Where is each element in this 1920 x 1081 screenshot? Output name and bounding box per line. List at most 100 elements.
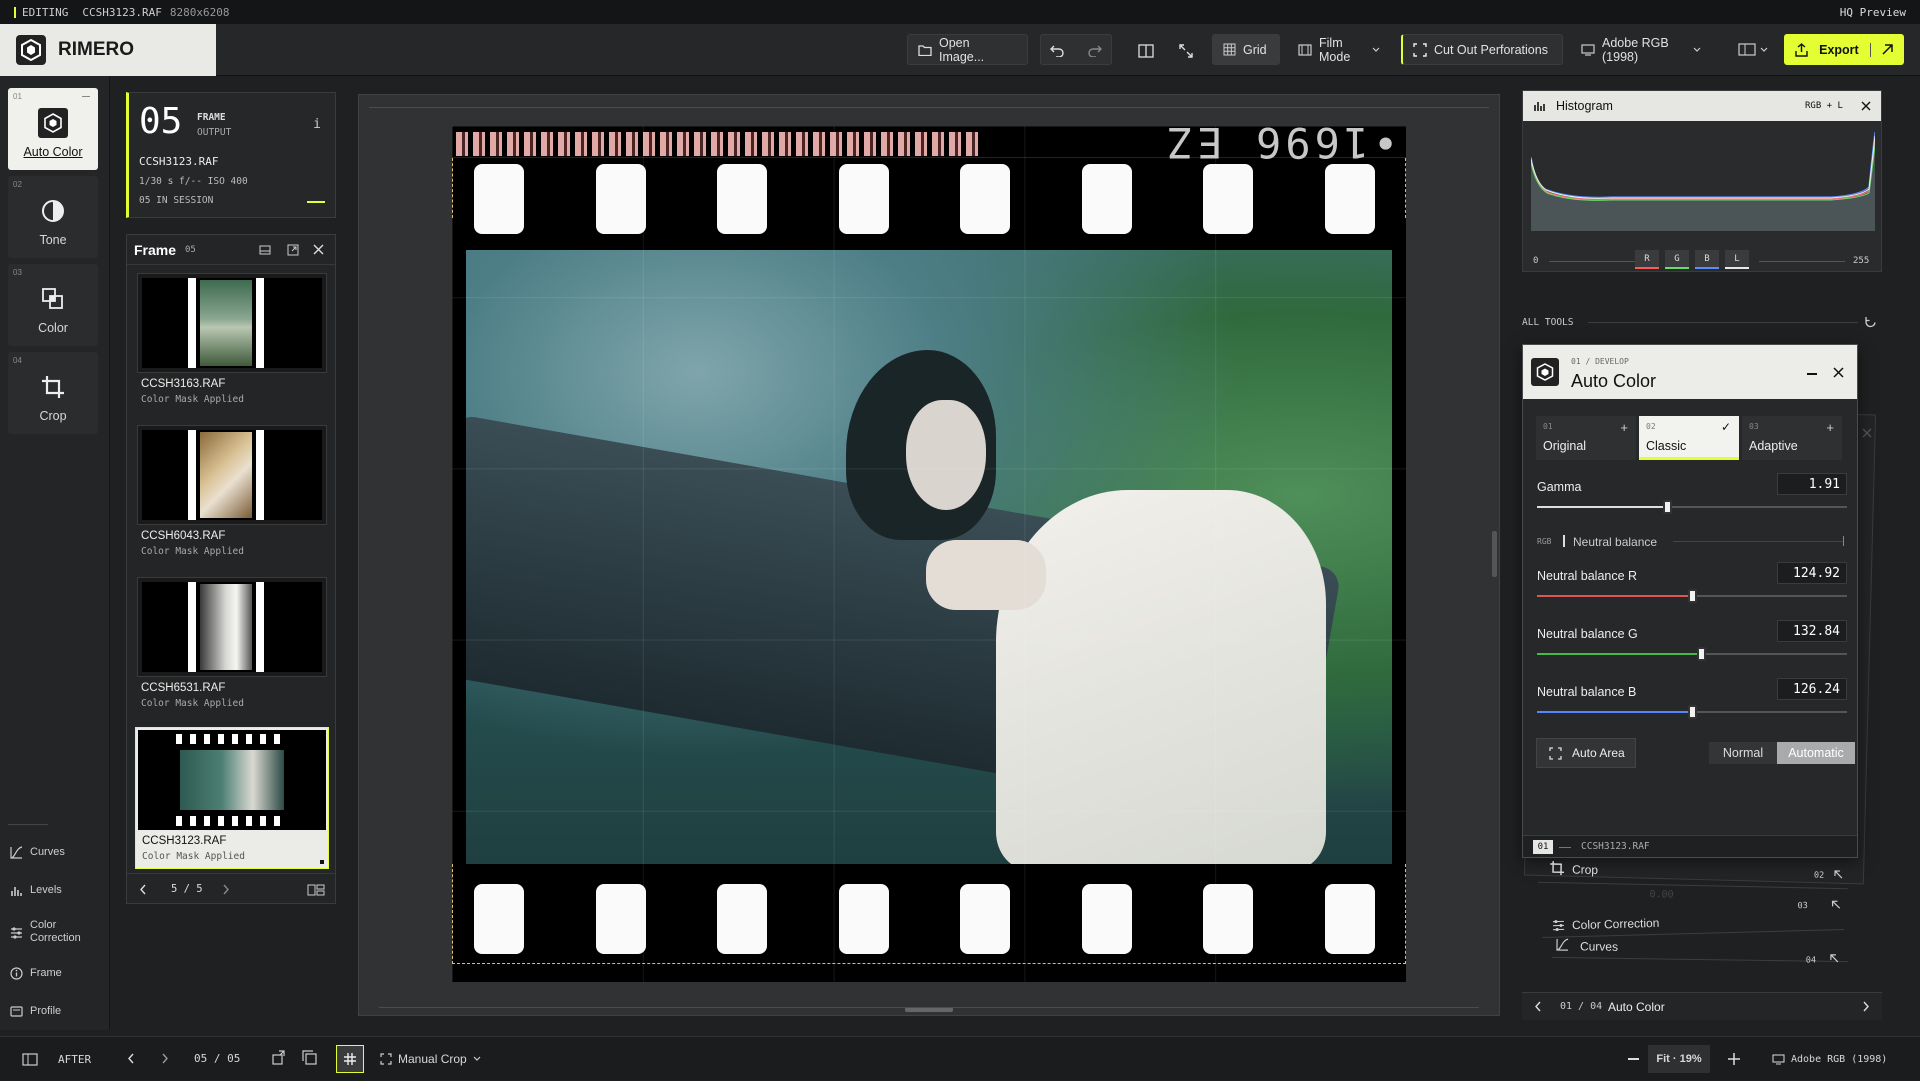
frame-thumbnail[interactable] xyxy=(138,730,326,830)
export-button[interactable]: Export xyxy=(1784,34,1904,65)
selected-frame-item[interactable]: CCSH3123.RAF Color Mask Applied xyxy=(135,727,329,869)
neutral-g-slider-handle[interactable] xyxy=(1697,647,1706,661)
frame-thumbnail[interactable] xyxy=(137,273,327,373)
preset-adaptive[interactable]: 03 Adaptive + xyxy=(1742,416,1842,460)
color-profile-dropdown[interactable]: Adobe RGB (1998) xyxy=(1570,34,1712,65)
export-icon xyxy=(1795,42,1808,57)
status-resolution: 8280x6208 xyxy=(169,5,230,19)
neutral-g-value-field[interactable]: 132.84 xyxy=(1777,620,1847,642)
popout-icon[interactable] xyxy=(287,244,299,256)
arrow-up-left-icon[interactable] xyxy=(1830,954,1839,963)
zoom-level[interactable]: Fit · 19% xyxy=(1648,1045,1710,1073)
neutral-r-value-field[interactable]: 124.92 xyxy=(1777,562,1847,584)
film-mode-dropdown[interactable]: Film Mode xyxy=(1287,34,1391,65)
thumb-filename: CCSH3123.RAF xyxy=(142,835,227,847)
plus-icon: + xyxy=(1620,420,1628,435)
open-image-button[interactable]: Open Image... xyxy=(907,34,1028,65)
frame-panel-count: 05 xyxy=(185,245,196,255)
minimize-icon[interactable] xyxy=(1807,373,1817,375)
rotate-icon[interactable] xyxy=(272,1050,287,1065)
chevron-left-icon[interactable] xyxy=(127,1053,135,1064)
curves-icon xyxy=(1556,938,1569,951)
chevron-left-icon[interactable] xyxy=(139,884,147,895)
thumb-status: Color Mask Applied xyxy=(141,698,244,709)
grid-toggle-button[interactable] xyxy=(336,1045,364,1073)
zoom-in-icon[interactable] xyxy=(1728,1053,1740,1065)
before-after-toggle[interactable]: AFTER xyxy=(22,1037,91,1081)
close-icon[interactable] xyxy=(1833,367,1844,378)
channel-r-toggle[interactable]: R xyxy=(1635,250,1659,269)
tool-link-curves[interactable]: Curves xyxy=(10,846,65,859)
plus-icon: + xyxy=(1826,420,1834,435)
mode-normal-button[interactable]: Normal xyxy=(1709,742,1777,764)
zoom-out-icon[interactable] xyxy=(1628,1058,1639,1060)
hq-preview-label[interactable]: HQ Preview xyxy=(1840,6,1906,19)
gamma-value-field[interactable]: 1.91 xyxy=(1777,473,1847,495)
grid-button[interactable]: Grid xyxy=(1212,34,1280,65)
compare-icon[interactable] xyxy=(1138,44,1154,58)
frame-thumbnail[interactable] xyxy=(137,577,327,677)
chevron-right-icon[interactable] xyxy=(161,1053,169,1064)
filmstrip-view-icon[interactable] xyxy=(307,884,325,896)
stack-card-crop[interactable]: Crop 0.00 02 xyxy=(1537,856,1849,901)
photo-dress xyxy=(996,490,1326,864)
canvas-side-handle[interactable] xyxy=(1492,531,1497,577)
stack-card-curves[interactable]: Curves 04 xyxy=(1551,933,1849,966)
arrow-up-left-icon[interactable] xyxy=(1834,870,1843,879)
output-label: OUTPUT xyxy=(197,127,232,138)
status-marker xyxy=(14,6,16,18)
undo-icon[interactable] xyxy=(1049,43,1065,57)
panel-breadcrumb: 01 / DEVELOP xyxy=(1571,357,1629,366)
perforation-hole xyxy=(960,164,1010,234)
auto-color-icon xyxy=(38,108,68,138)
neutral-r-slider-handle[interactable] xyxy=(1688,589,1697,603)
logo-icon xyxy=(16,35,46,65)
rail-crop[interactable]: 04 Crop xyxy=(8,352,98,434)
close-icon[interactable] xyxy=(1862,428,1872,438)
flip-icon[interactable] xyxy=(302,1050,317,1065)
chevron-left-icon[interactable] xyxy=(1534,1001,1542,1012)
channel-g-toggle[interactable]: G xyxy=(1665,250,1689,269)
frame-thumbnail[interactable] xyxy=(137,425,327,525)
close-icon[interactable] xyxy=(1861,101,1871,111)
preset-original[interactable]: 01 Original + xyxy=(1536,416,1636,460)
arrow-up-left-icon[interactable] xyxy=(1831,900,1841,909)
info-icon[interactable]: i xyxy=(313,117,321,132)
chevron-right-icon[interactable] xyxy=(222,884,230,895)
expand-icon[interactable] xyxy=(1178,43,1194,59)
close-icon[interactable] xyxy=(313,244,324,255)
refresh-icon[interactable] xyxy=(1864,316,1877,329)
channel-b-toggle[interactable]: B xyxy=(1695,250,1719,269)
info-circle-icon xyxy=(10,967,23,980)
tool-link-profile[interactable]: Profile xyxy=(10,1005,61,1018)
cut-out-perforations-button[interactable]: Cut Out Perforations xyxy=(1401,34,1563,65)
gamma-slider-handle[interactable] xyxy=(1663,500,1672,514)
tool-link-levels[interactable]: Levels xyxy=(10,884,62,897)
layout-dropdown[interactable] xyxy=(1738,43,1768,56)
preset-classic[interactable]: 02 Classic ✓ xyxy=(1639,416,1739,460)
thumb-status: Color Mask Applied xyxy=(141,394,244,405)
exposure-info: 1/30 s f/-- ISO 400 xyxy=(139,176,248,187)
redo-icon[interactable] xyxy=(1087,43,1103,57)
output-profile[interactable]: Adobe RGB (1998) xyxy=(1772,1037,1887,1081)
frame-label: FRAME xyxy=(197,112,226,123)
channel-l-toggle[interactable]: L xyxy=(1725,250,1749,269)
app-name: RIMERO xyxy=(58,39,134,60)
auto-area-button[interactable]: Auto Area xyxy=(1536,738,1636,768)
frame-list-panel: Frame 05 CCSH3163.RAF Color Mask Applied… xyxy=(126,234,336,904)
chevron-right-icon[interactable] xyxy=(1862,1001,1870,1012)
rail-auto-color[interactable]: 01 Auto Color xyxy=(8,88,98,170)
minimize-panel-icon[interactable] xyxy=(259,245,271,255)
histogram-mode[interactable]: RGB + L xyxy=(1805,101,1843,111)
mode-automatic-button[interactable]: Automatic xyxy=(1777,742,1855,764)
crop-mode-dropdown[interactable]: Manual Crop xyxy=(380,1037,481,1081)
rail-color[interactable]: 03 Color xyxy=(8,264,98,346)
neutral-b-slider-handle[interactable] xyxy=(1688,705,1697,719)
histogram-icon xyxy=(1534,102,1545,111)
stack-card-color-correction[interactable]: Color Correction 03 xyxy=(1541,900,1845,938)
rail-tone[interactable]: 02 Tone xyxy=(8,176,98,258)
tool-link-color-correction[interactable]: Color Correction xyxy=(10,919,81,945)
neutral-b-value-field[interactable]: 126.24 xyxy=(1777,678,1847,700)
perforation-hole xyxy=(1082,164,1132,234)
tool-link-frame[interactable]: Frame xyxy=(10,967,62,980)
